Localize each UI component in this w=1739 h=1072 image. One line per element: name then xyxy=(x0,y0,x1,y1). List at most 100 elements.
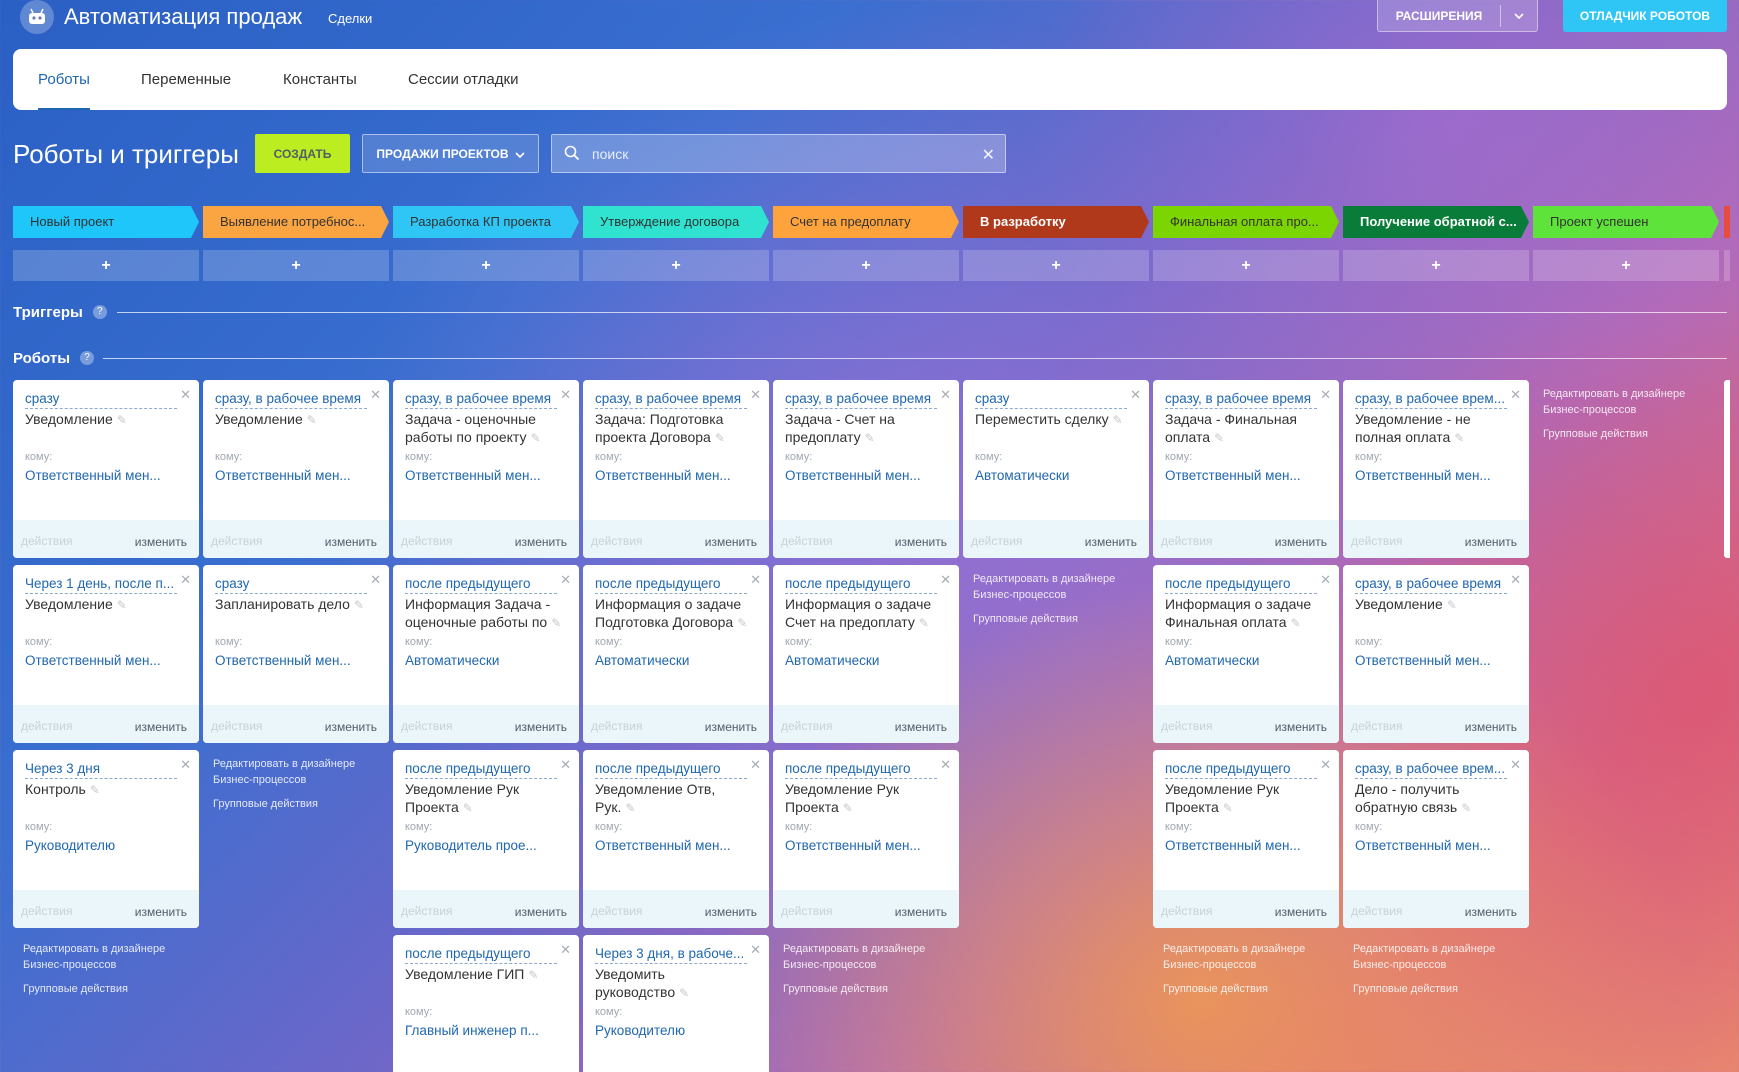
robot-title-text[interactable]: Задача - оценочные работы по проекту xyxy=(405,411,536,445)
robot-delay-link[interactable]: после предыдущего xyxy=(1165,760,1317,779)
close-icon[interactable]: ✕ xyxy=(940,757,951,773)
robot-recipient[interactable]: Автоматически xyxy=(975,468,1139,483)
close-icon[interactable]: ✕ xyxy=(940,572,951,588)
robot-card[interactable]: сразу, в рабочее время ✕ Задача - оценочны… xyxy=(393,380,579,558)
edit-link[interactable]: изменить xyxy=(1085,535,1137,549)
robot-delay-link[interactable]: Через 1 день, после п... xyxy=(25,575,177,594)
robot-recipient[interactable]: Автоматически xyxy=(405,653,569,668)
search-input[interactable] xyxy=(592,143,972,165)
robot-recipient[interactable]: Ответственный мен... xyxy=(25,653,189,668)
robot-recipient[interactable]: Ответственный мен... xyxy=(215,468,379,483)
edit-link[interactable]: изменить xyxy=(895,905,947,919)
robot-recipient[interactable]: Ответственный мен... xyxy=(1165,838,1329,853)
robot-delay-link[interactable]: сразу, в рабочее время xyxy=(595,390,747,409)
robot-title-text[interactable]: Уведомление xyxy=(25,411,113,427)
close-icon[interactable]: ✕ xyxy=(560,387,571,403)
edit-link[interactable]: изменить xyxy=(705,905,757,919)
robot-recipient[interactable]: Ответственный мен... xyxy=(405,468,569,483)
robot-card[interactable]: после предыдущего ✕ Информация о задаче Фи… xyxy=(1153,565,1339,743)
robot-card[interactable]: сразу, в рабочее врем... ✕ Дело - получить… xyxy=(1343,750,1529,928)
robot-card[interactable]: сразу ✕ Уведомление ✎ кому: Ответственный мен… xyxy=(13,380,199,558)
robot-recipient[interactable]: Руководителю xyxy=(595,1023,759,1038)
robot-card[interactable]: после предыдущего ✕ Уведомление Рук Проект… xyxy=(1153,750,1339,928)
pencil-icon[interactable]: ✎ xyxy=(715,431,725,445)
close-icon[interactable]: ✕ xyxy=(940,387,951,403)
robot-delay-link[interactable]: после предыдущего xyxy=(785,760,937,779)
clear-search-icon[interactable]: ✕ xyxy=(982,145,995,165)
close-icon[interactable]: ✕ xyxy=(750,387,761,403)
close-icon[interactable]: ✕ xyxy=(750,942,761,958)
robot-recipient[interactable]: Ответственный мен... xyxy=(215,653,379,668)
close-icon[interactable]: ✕ xyxy=(1510,572,1521,588)
pencil-icon[interactable]: ✎ xyxy=(1113,413,1123,427)
robot-card[interactable]: после предыдущего ✕ Уведомление ГИП ✎ кому: Г… xyxy=(393,935,579,1072)
robot-title-text[interactable]: Контроль xyxy=(25,781,86,797)
robot-recipient[interactable]: Автоматически xyxy=(1165,653,1329,668)
pencil-icon[interactable]: ✎ xyxy=(1291,616,1301,630)
robot-recipient[interactable]: Ответственный мен... xyxy=(25,468,189,483)
robot-card[interactable]: Через 3 дня, в рабоче... ✕ Уведомить руков… xyxy=(583,935,769,1072)
robot-delay-link[interactable]: сразу, в рабочее время xyxy=(785,390,937,409)
robot-title-text[interactable]: Уведомить руководство xyxy=(595,966,675,1000)
group-actions-link[interactable]: Групповые действия xyxy=(213,798,318,810)
robot-card[interactable]: после предыдущего ✕ Информация о задаче По… xyxy=(583,565,769,743)
stage-1[interactable]: Выявление потребнос... xyxy=(203,206,389,238)
robot-card[interactable]: Через 1 день, после п... ✕ Уведомление ✎ ком… xyxy=(13,565,199,743)
robot-delay-link[interactable]: сразу, в рабочее время xyxy=(215,390,367,409)
stage-3[interactable]: Утверждение договора xyxy=(583,206,769,238)
robot-delay-link[interactable]: после предыдущего xyxy=(405,760,557,779)
edit-link[interactable]: изменить xyxy=(135,720,187,734)
tab-debug-sessions[interactable]: Сессии отладки xyxy=(408,49,518,110)
stage-4[interactable]: Счет на предоплату xyxy=(773,206,959,238)
edit-in-bp-designer-link[interactable]: Редактировать в дизайнере Бизнес-процесс… xyxy=(1543,386,1713,418)
stage-6[interactable]: Финальная оплата про... xyxy=(1153,206,1339,238)
close-icon[interactable]: ✕ xyxy=(180,757,191,773)
robot-card[interactable]: сразу, в рабочее врем... ✕ Уведомление - н… xyxy=(1343,380,1529,558)
robot-delay-link[interactable]: сразу, в рабочее время xyxy=(405,390,557,409)
robot-title-text[interactable]: Задача - Финальная оплата xyxy=(1165,411,1297,445)
edit-link[interactable]: изменить xyxy=(515,720,567,734)
edit-in-bp-designer-link[interactable]: Редактировать в дизайнере Бизнес-процесс… xyxy=(783,941,953,973)
close-icon[interactable]: ✕ xyxy=(560,572,571,588)
close-icon[interactable]: ✕ xyxy=(370,572,381,588)
robot-title-text[interactable]: Уведомление Отв, Рук. xyxy=(595,781,715,815)
close-icon[interactable]: ✕ xyxy=(560,942,571,958)
robot-title-text[interactable]: Запланировать дело xyxy=(215,596,350,612)
robot-title-text[interactable]: Дело - получить обратную связь xyxy=(1355,781,1459,815)
pencil-icon[interactable]: ✎ xyxy=(90,783,100,797)
edit-link[interactable]: изменить xyxy=(705,720,757,734)
pencil-icon[interactable]: ✎ xyxy=(307,413,317,427)
robot-recipient[interactable]: Ответственный мен... xyxy=(785,468,949,483)
stage-7[interactable]: Получение обратной с... xyxy=(1343,206,1529,238)
add-trigger-button[interactable]: + xyxy=(203,250,389,281)
robot-recipient[interactable]: Ответственный мен... xyxy=(1165,468,1329,483)
robot-title-text[interactable]: Уведомление xyxy=(25,596,113,612)
extensions-button[interactable]: РАСШИРЕНИЯ xyxy=(1377,0,1538,32)
robot-recipient[interactable]: Руководителю xyxy=(25,838,189,853)
add-trigger-button[interactable]: + xyxy=(1343,250,1529,281)
robot-delay-link[interactable]: сразу, в рабочее врем... xyxy=(1355,390,1507,409)
pencil-icon[interactable]: ✎ xyxy=(117,598,127,612)
pencil-icon[interactable]: ✎ xyxy=(530,431,540,445)
create-button[interactable]: СОЗДАТЬ xyxy=(255,134,350,173)
pencil-icon[interactable]: ✎ xyxy=(463,801,473,815)
add-trigger-button[interactable]: + xyxy=(583,250,769,281)
stage-2[interactable]: Разработка КП проекта xyxy=(393,206,579,238)
robot-recipient[interactable]: Ответственный мен... xyxy=(785,838,949,853)
help-icon[interactable]: ? xyxy=(80,351,95,365)
stage-8[interactable]: Проект успешен xyxy=(1533,206,1719,238)
pencil-icon[interactable]: ✎ xyxy=(117,413,127,427)
robot-delay-link[interactable]: сразу, в рабочее врем... xyxy=(1355,760,1507,779)
add-trigger-button[interactable]: + xyxy=(963,250,1149,281)
pencil-icon[interactable]: ✎ xyxy=(551,616,561,630)
edit-link[interactable]: изменить xyxy=(1275,535,1327,549)
edit-link[interactable]: изменить xyxy=(895,535,947,549)
robot-title-text[interactable]: Информация о задаче Финальная оплата xyxy=(1165,596,1311,630)
pencil-icon[interactable]: ✎ xyxy=(1454,431,1464,445)
close-icon[interactable]: ✕ xyxy=(1510,757,1521,773)
pencil-icon[interactable]: ✎ xyxy=(843,801,853,815)
robot-delay-link[interactable]: после предыдущего xyxy=(405,945,557,964)
stage-5[interactable]: В разработку xyxy=(963,206,1149,238)
pencil-icon[interactable]: ✎ xyxy=(1461,801,1471,815)
pencil-icon[interactable]: ✎ xyxy=(919,616,929,630)
